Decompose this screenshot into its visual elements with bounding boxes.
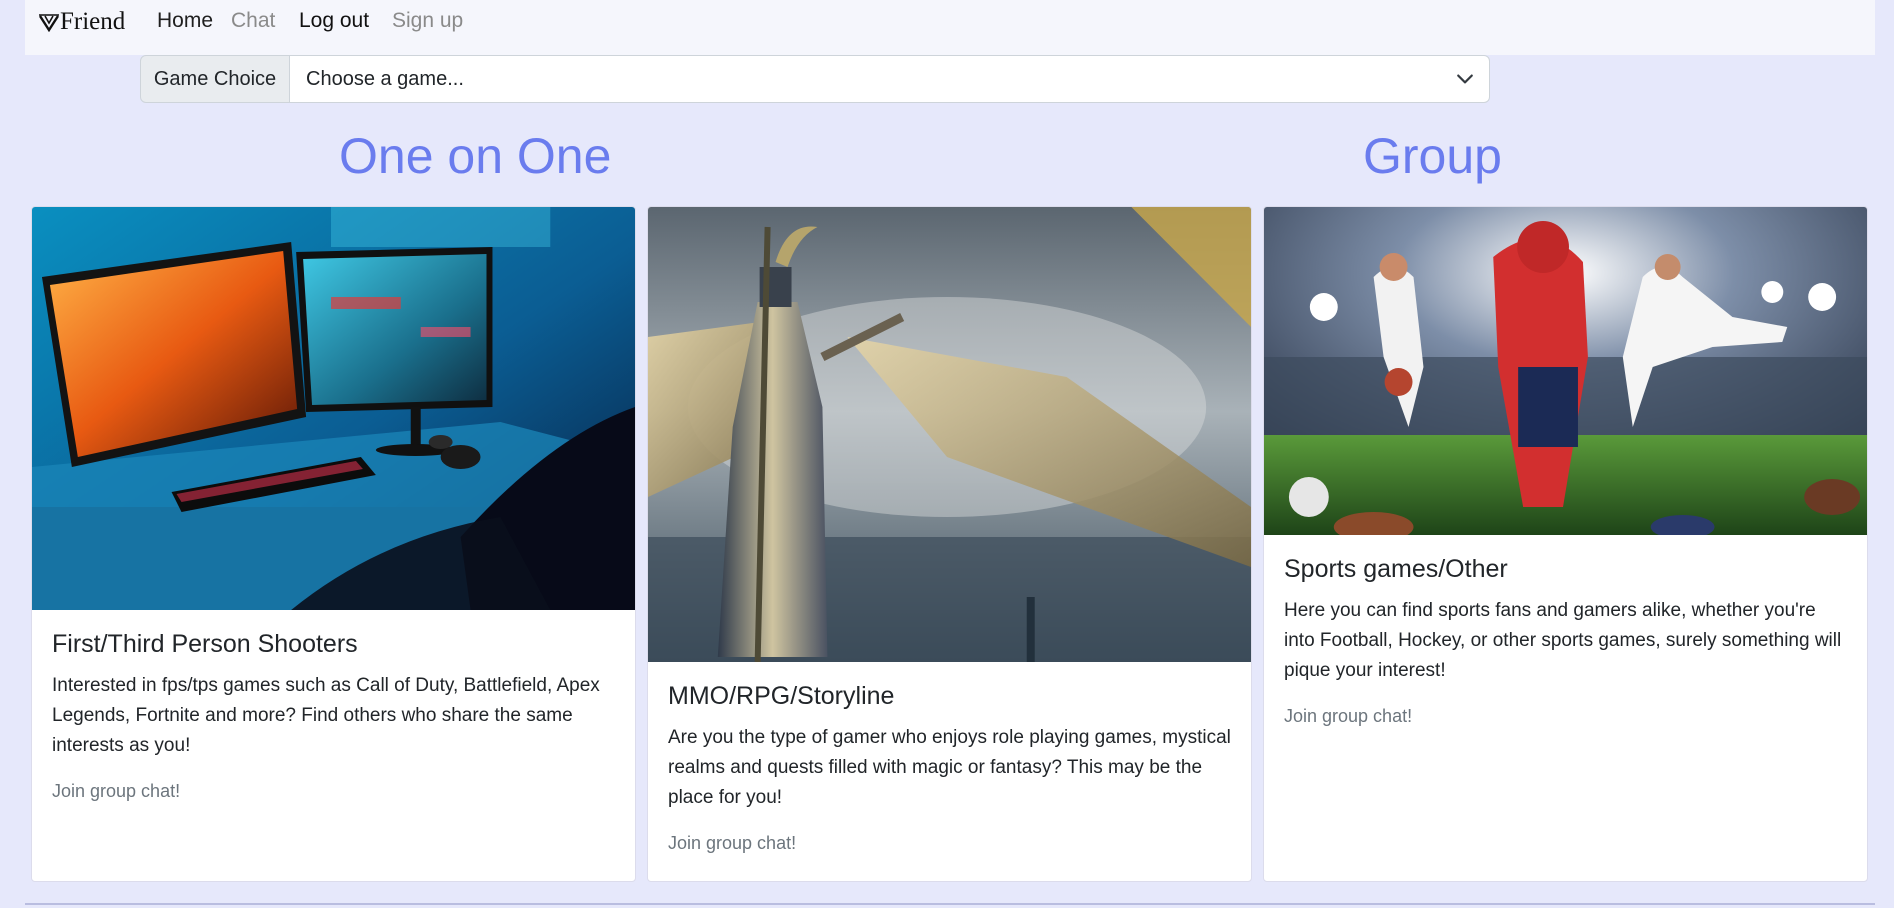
card-shooters: First/Third Person Shooters Interested i… xyxy=(31,206,636,882)
bottom-divider xyxy=(25,903,1875,905)
card-body: MMO/RPG/Storyline Are you the type of ga… xyxy=(648,662,1251,854)
join-group-chat-link[interactable]: Join group chat! xyxy=(52,781,180,802)
card-image-gaming-setup xyxy=(32,207,635,610)
card-mmo-rpg: MMO/RPG/Storyline Are you the type of ga… xyxy=(647,206,1252,882)
card-sports: Sports games/Other Here you can find spo… xyxy=(1263,206,1868,882)
game-choice-select[interactable]: Choose a game... xyxy=(290,55,1490,103)
join-group-chat-link[interactable]: Join group chat! xyxy=(1284,706,1412,727)
card-body: Sports games/Other Here you can find spo… xyxy=(1264,535,1867,727)
brand-v-icon xyxy=(39,14,59,32)
card-text: Are you the type of gamer who enjoys rol… xyxy=(668,727,1231,808)
card-text: Interested in fps/tps games such as Call… xyxy=(52,675,600,756)
card-image-winged-figure xyxy=(648,207,1251,662)
brand-logo[interactable]: Friend xyxy=(39,8,125,36)
nav-signup-link[interactable]: Sign up xyxy=(392,9,463,33)
top-navbar: Friend Home Chat Log out Sign up xyxy=(25,0,1875,55)
heading-group: Group xyxy=(1363,128,1502,184)
brand-name: Friend xyxy=(60,8,126,35)
game-choice-selected: Choose a game... xyxy=(306,67,464,90)
card-title: MMO/RPG/Storyline xyxy=(668,682,895,710)
card-image-sports-athletes xyxy=(1264,207,1867,535)
nav-chat-link[interactable]: Chat xyxy=(231,9,275,33)
chevron-down-icon xyxy=(1457,74,1473,84)
game-choice-label: Game Choice xyxy=(140,55,290,103)
card-title: Sports games/Other xyxy=(1284,555,1508,583)
nav-logout-link[interactable]: Log out xyxy=(299,9,369,33)
card-title: First/Third Person Shooters xyxy=(52,630,358,658)
card-body: First/Third Person Shooters Interested i… xyxy=(32,610,635,802)
card-text: Here you can find sports fans and gamers… xyxy=(1284,600,1842,681)
heading-one-on-one: One on One xyxy=(339,128,612,184)
game-choice-group: Game Choice Choose a game... xyxy=(140,55,1490,103)
nav-home-link[interactable]: Home xyxy=(157,9,213,33)
join-group-chat-link[interactable]: Join group chat! xyxy=(668,833,796,854)
